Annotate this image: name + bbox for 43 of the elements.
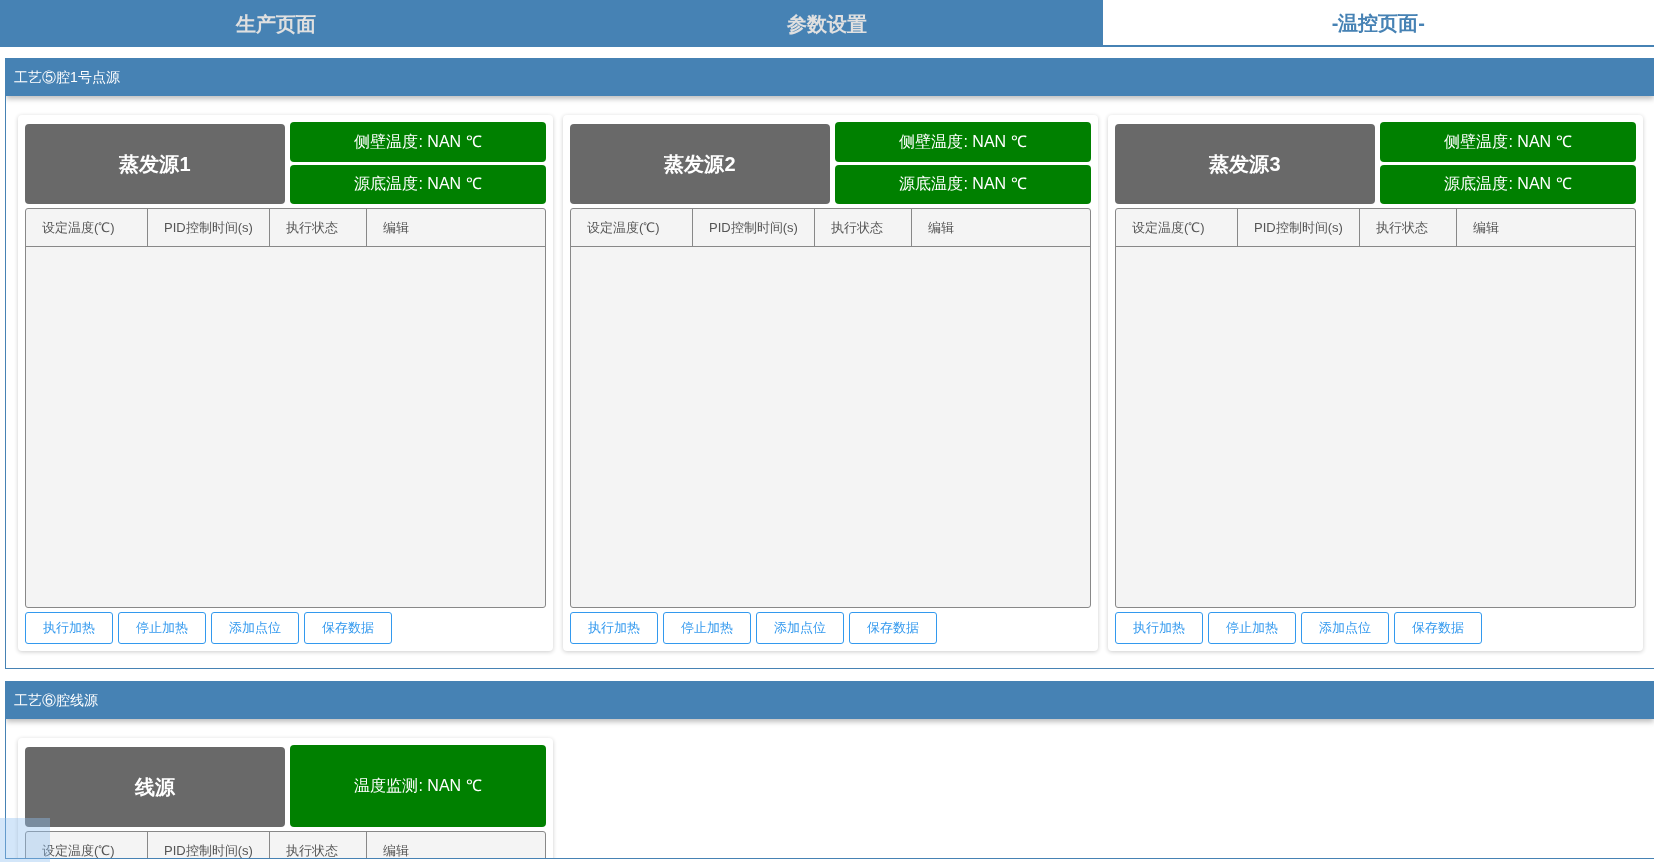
action-button[interactable]: 执行加热	[1115, 612, 1203, 644]
tab[interactable]: 生产页面	[0, 0, 552, 47]
action-button[interactable]: 保存数据	[1394, 612, 1482, 644]
section-title: 工艺⑥腔线源	[6, 682, 1654, 719]
action-button[interactable]: 添加点位	[756, 612, 844, 644]
action-button[interactable]: 停止加热	[118, 612, 206, 644]
action-button[interactable]: 添加点位	[211, 612, 299, 644]
source-name: 蒸发源1	[25, 124, 285, 204]
action-button[interactable]: 保存数据	[304, 612, 392, 644]
source-name: 蒸发源3	[1115, 124, 1375, 204]
column-header: 执行状态	[815, 209, 912, 246]
column-header: PID控制时间(s)	[148, 209, 270, 246]
column-header: PID控制时间(s)	[1238, 209, 1360, 246]
column-header: 编辑	[1472, 218, 1500, 237]
column-header: 设定温度(℃)	[26, 832, 148, 858]
temperature-reading: 源底温度: NAN ℃	[1380, 164, 1636, 204]
action-button[interactable]: 停止加热	[1208, 612, 1296, 644]
column-header: PID控制时间(s)	[693, 209, 815, 246]
source-name: 线源	[25, 747, 285, 827]
action-button[interactable]: 执行加热	[570, 612, 658, 644]
column-header: 编辑	[382, 218, 410, 237]
temperature-reading: 侧壁温度: NAN ℃	[1380, 122, 1636, 162]
column-header: 设定温度(℃)	[26, 209, 148, 246]
column-header: 编辑	[382, 841, 410, 858]
temperature-reading: 源底温度: NAN ℃	[290, 164, 546, 204]
column-header: 执行状态	[1360, 209, 1457, 246]
tab[interactable]: 参数设置	[551, 0, 1103, 47]
action-button[interactable]: 执行加热	[25, 612, 113, 644]
temperature-reading: 温度监测: NAN ℃	[290, 745, 546, 827]
temperature-reading: 源底温度: NAN ℃	[835, 164, 1091, 204]
temperature-reading: 侧壁温度: NAN ℃	[290, 122, 546, 162]
column-header: 设定温度(℃)	[571, 209, 693, 246]
action-button[interactable]: 添加点位	[1301, 612, 1389, 644]
action-button[interactable]: 停止加热	[663, 612, 751, 644]
column-header: 执行状态	[270, 209, 367, 246]
column-header: 编辑	[927, 218, 955, 237]
column-header: 执行状态	[270, 832, 367, 858]
source-name: 蒸发源2	[570, 124, 830, 204]
temperature-reading: 侧壁温度: NAN ℃	[835, 122, 1091, 162]
action-button[interactable]: 保存数据	[849, 612, 937, 644]
column-header: 设定温度(℃)	[1116, 209, 1238, 246]
column-header: PID控制时间(s)	[148, 832, 270, 858]
section-title: 工艺⑤腔1号点源	[6, 59, 1654, 96]
